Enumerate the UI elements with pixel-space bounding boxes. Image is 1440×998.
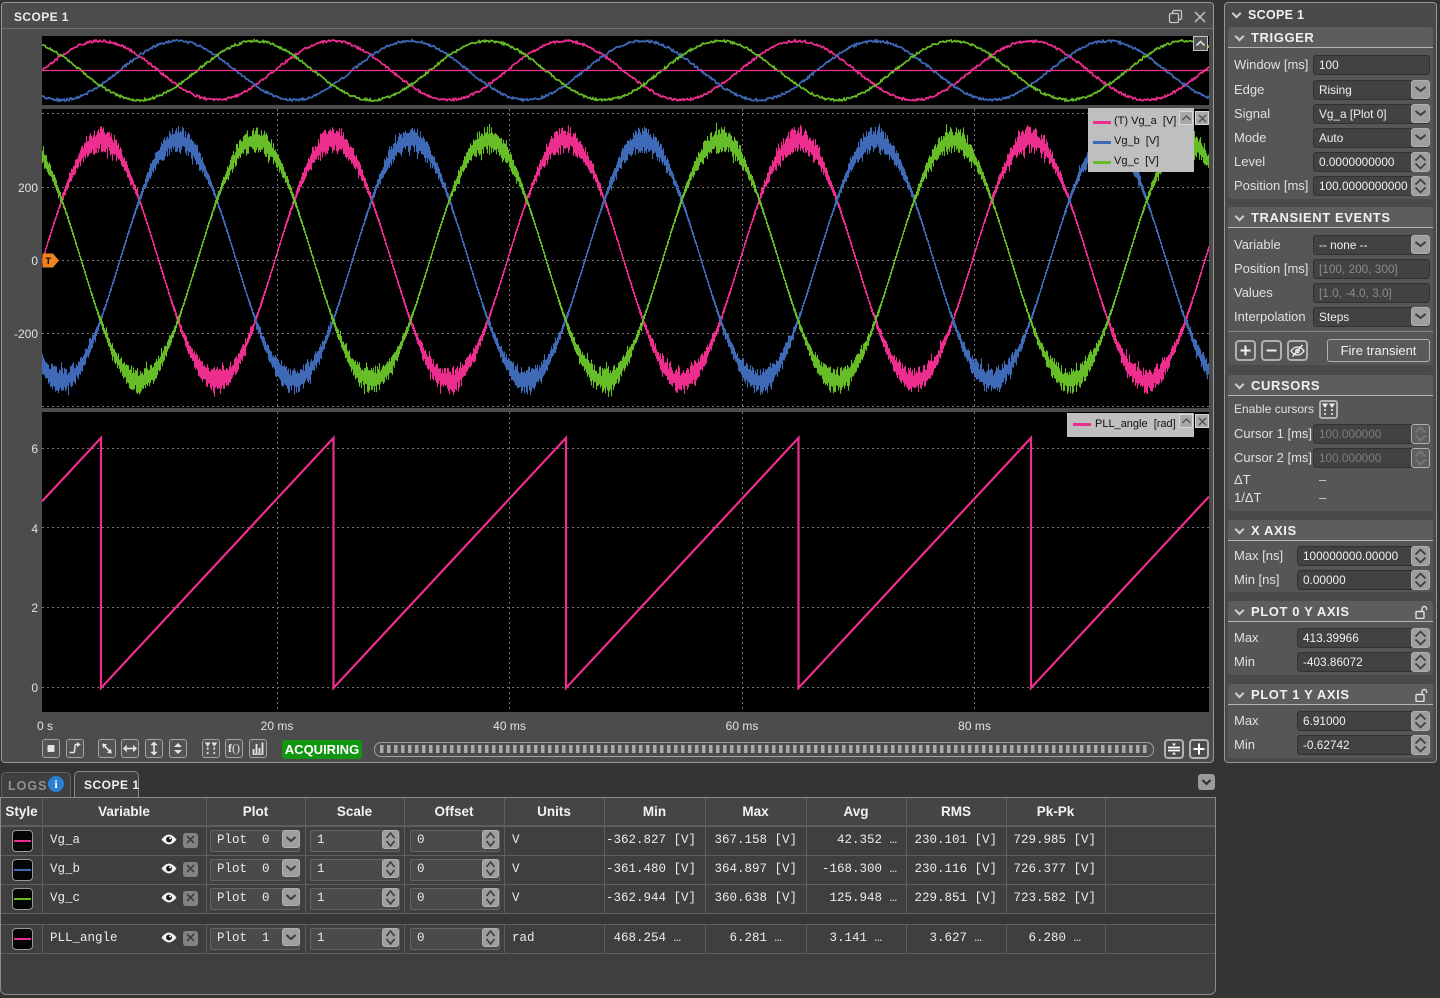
svg-text:T: T <box>45 257 51 268</box>
